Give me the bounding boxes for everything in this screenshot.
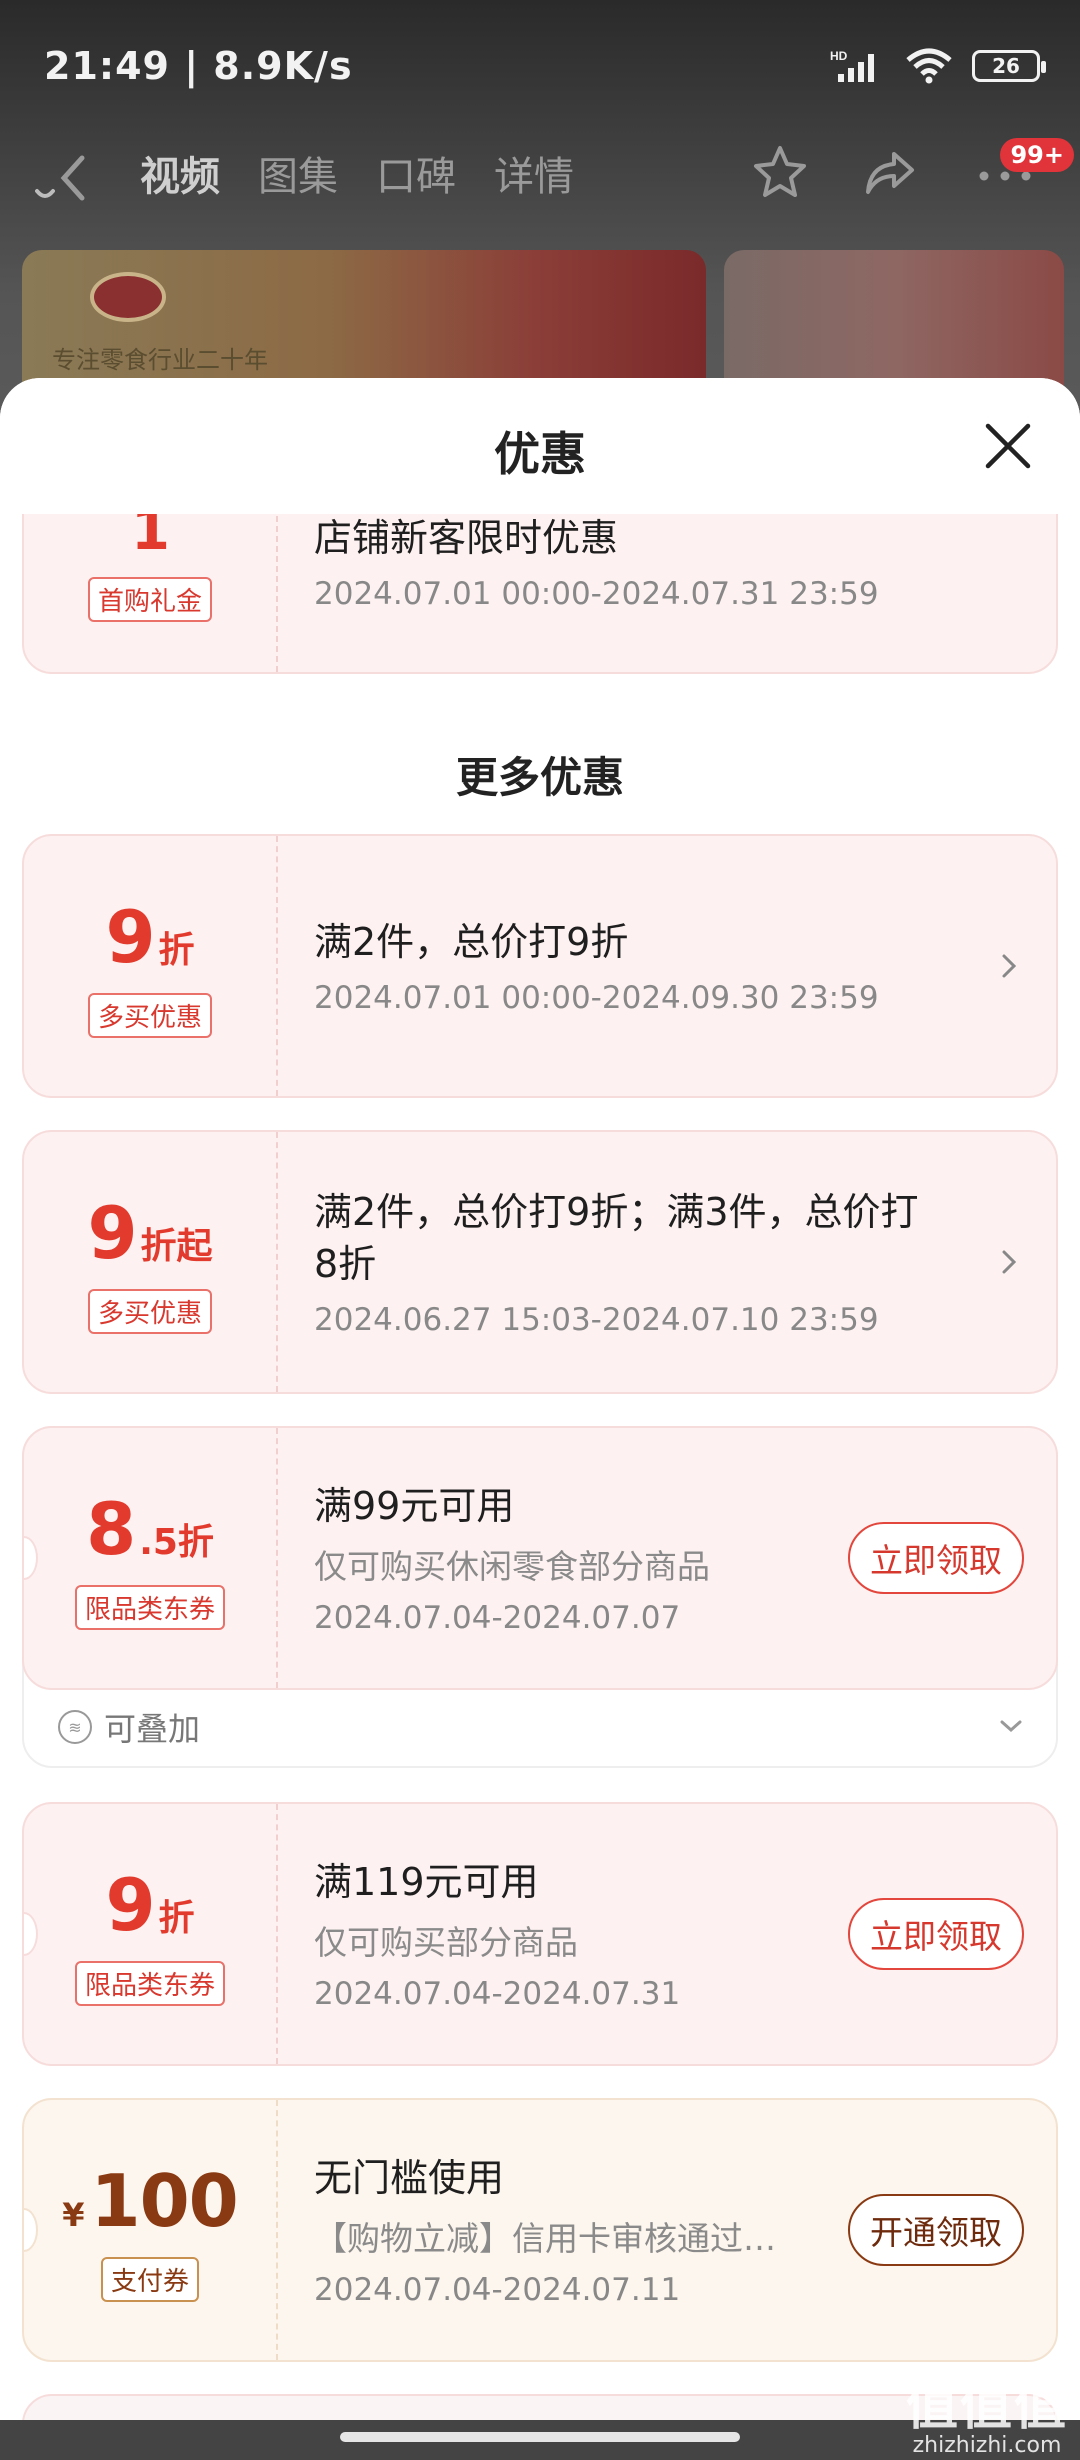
- coupon-title: 满119元可用: [314, 1860, 539, 1904]
- coupon-tag: 多买优惠: [87, 1288, 212, 1334]
- coupon-body: 满99元可用 仅可购买休闲零食部分商品 2024.07.04-2024.07.0…: [314, 1428, 826, 1688]
- status-icons: HD 26: [830, 46, 1046, 86]
- stackable-label: 可叠加: [104, 1710, 201, 1748]
- signal-icon: HD: [830, 49, 874, 82]
- coupon-title: 无门槛使用: [314, 2156, 505, 2200]
- coupon-value: 8.5折: [86, 1486, 214, 1571]
- sheet-content[interactable]: 1 首购礼金 店铺新客限时优惠 2024.07.01 00:00-2024.07…: [0, 514, 1080, 2460]
- chevron-right-icon[interactable]: [998, 948, 1022, 984]
- coupon-title: 店铺新客限时优惠: [314, 516, 619, 560]
- activate-claim-button[interactable]: 开通领取: [848, 2194, 1024, 2266]
- card-divider: [276, 1804, 278, 2064]
- coupon-title: 满2件，总价打9折: [314, 920, 629, 964]
- stackable-row[interactable]: ≋ 可叠加: [24, 1688, 1056, 1766]
- status-bar: 21:49 | 8.9K/s HD 26: [0, 0, 1080, 130]
- sheet-header: 优惠: [0, 378, 1080, 514]
- coupon-date: 2024.07.04-2024.07.31: [314, 1976, 681, 2012]
- claim-button[interactable]: 立即领取: [848, 1522, 1024, 1594]
- chevron-right-icon[interactable]: [998, 1244, 1022, 1280]
- card-divider: [276, 2100, 278, 2360]
- coupon-value: 9 折起: [87, 1190, 213, 1275]
- coupon-tag: 支付券: [100, 2256, 199, 2302]
- back-arrow-icon[interactable]: [50, 148, 100, 208]
- tab-gallery[interactable]: 图集: [258, 144, 338, 202]
- chevron-down-icon[interactable]: [996, 1716, 1026, 1736]
- coupon-body: 无门槛使用 【购物立减】信用卡审核通过立... 2024.07.04-2024.…: [314, 2100, 826, 2360]
- coupon-date: 2024.07.04-2024.07.11: [314, 2272, 681, 2308]
- coupon-body: 满2件，总价打9折；满3件，总价打8折 2024.06.27 15:03-202…: [314, 1132, 936, 1392]
- coupon-date: 2024.06.27 15:03-2024.07.10 23:59: [314, 1302, 879, 1338]
- coupon-value-block: 9 折起 多买优惠: [24, 1132, 276, 1392]
- background-product-page: 21:49 | 8.9K/s HD 26 视频 图集 口碑 详情 99+ 专注零…: [0, 0, 1080, 430]
- site-watermark: 值值值 zhizhizhi.com: [906, 2364, 1068, 2458]
- battery-level: 26: [992, 54, 1020, 78]
- coupon-card-new-customer: 1 首购礼金 店铺新客限时优惠 2024.07.01 00:00-2024.07…: [22, 514, 1058, 674]
- battery-icon: 26: [972, 50, 1046, 82]
- coupon-value-block: ¥100 支付券: [24, 2100, 276, 2360]
- coupon-date: 2024.07.04-2024.07.07: [314, 1600, 681, 1636]
- share-icon[interactable]: [860, 142, 920, 202]
- card-divider: [276, 1132, 278, 1392]
- coupon-tag: 限品类东券: [74, 1584, 225, 1630]
- claim-button[interactable]: 立即领取: [848, 1898, 1024, 1970]
- tab-reviews[interactable]: 口碑: [376, 144, 456, 202]
- tab-indicator: [35, 189, 55, 198]
- watermark-url: zhizhizhi.com: [912, 2433, 1062, 2458]
- coupon-scope: 仅可购买休闲零食部分商品: [314, 1547, 710, 1586]
- coupon-tag: 首购礼金: [87, 577, 212, 622]
- coupon-title: 满99元可用: [314, 1484, 515, 1528]
- wifi-icon: [906, 48, 952, 84]
- stack-icon: ≋: [58, 1710, 92, 1744]
- tab-video[interactable]: 视频: [140, 144, 220, 202]
- nav-actions: 99+: [750, 138, 1074, 204]
- coupon-scope: 【购物立减】信用卡审核通过立...: [314, 2219, 794, 2258]
- tab-details[interactable]: 详情: [494, 144, 574, 202]
- coupon-card[interactable]: 8.5折 限品类东券 满99元可用 仅可购买休闲零食部分商品 2024.07.0…: [22, 1426, 1058, 1690]
- coupon-card[interactable]: 9折 多买优惠 满2件，总价打9折 2024.07.01 00:00-2024.…: [22, 834, 1058, 1098]
- coupon-sheet: 优惠 1 首购礼金 店铺新客限时优惠 2024.07.01 00:00-2024…: [0, 378, 1080, 2460]
- coupon-value-block: 9折 多买优惠: [24, 836, 276, 1096]
- more-menu[interactable]: 99+: [970, 138, 1074, 204]
- coupon-body: 满119元可用 仅可购买部分商品 2024.07.04-2024.07.31: [314, 1804, 826, 2064]
- coupon-date: 2024.07.01 00:00-2024.07.31 23:59: [314, 576, 879, 612]
- card-divider: [276, 514, 278, 672]
- coupon-body: 满2件，总价打9折 2024.07.01 00:00-2024.09.30 23…: [314, 836, 1016, 1096]
- watermark-logo: 值值值: [905, 2377, 1068, 2437]
- notification-badge: 99+: [1000, 138, 1074, 172]
- coupon-tag: 限品类东券: [74, 1960, 225, 2006]
- svg-text:HD: HD: [830, 49, 848, 63]
- coupon-date: 2024.07.01 00:00-2024.09.30 23:59: [314, 980, 879, 1016]
- coupon-value: 1: [131, 514, 170, 563]
- coupon-tag: 多买优惠: [87, 992, 212, 1038]
- home-indicator[interactable]: [340, 2432, 740, 2442]
- coupon-title: 满2件，总价打9折；满3件，总价打8折: [314, 1190, 919, 1286]
- card-divider: [276, 1428, 278, 1688]
- nav-tabs: 视频 图集 口碑 详情: [140, 144, 574, 202]
- coupon-card[interactable]: 9 折起 多买优惠 满2件，总价打9折；满3件，总价打8折 2024.06.27 …: [22, 1130, 1058, 1394]
- coupon-body: 店铺新客限时优惠 2024.07.01 00:00-2024.07.31 23:…: [314, 514, 1016, 672]
- star-icon[interactable]: [750, 142, 810, 202]
- coupon-value-block: 8.5折 限品类东券: [24, 1428, 276, 1688]
- product-nav-bar: 视频 图集 口碑 详情 99+: [0, 130, 1080, 240]
- coupon-value-block: 1 首购礼金: [24, 514, 276, 672]
- coupon-value: 9折: [105, 894, 195, 979]
- sheet-title: 优惠: [494, 427, 586, 481]
- banner-slogan: 专注零食行业二十年: [52, 346, 268, 374]
- section-title-more-offers: 更多优惠: [455, 753, 624, 802]
- coupon-scope: 仅可购买部分商品: [314, 1923, 578, 1962]
- coupon-value: 9折: [105, 1862, 195, 1947]
- brand-logo: [90, 272, 166, 322]
- coupon-card[interactable]: 9折 限品类东券 满119元可用 仅可购买部分商品 2024.07.04-202…: [22, 1802, 1058, 2066]
- status-time: 21:49 | 8.9K/s: [44, 44, 353, 88]
- card-divider: [276, 836, 278, 1096]
- close-icon[interactable]: [978, 416, 1038, 476]
- coupon-value-block: 9折 限品类东券: [24, 1804, 276, 2064]
- coupon-value: ¥100: [62, 2158, 239, 2243]
- coupon-card-payment[interactable]: ¥100 支付券 无门槛使用 【购物立减】信用卡审核通过立... 2024.07…: [22, 2098, 1058, 2362]
